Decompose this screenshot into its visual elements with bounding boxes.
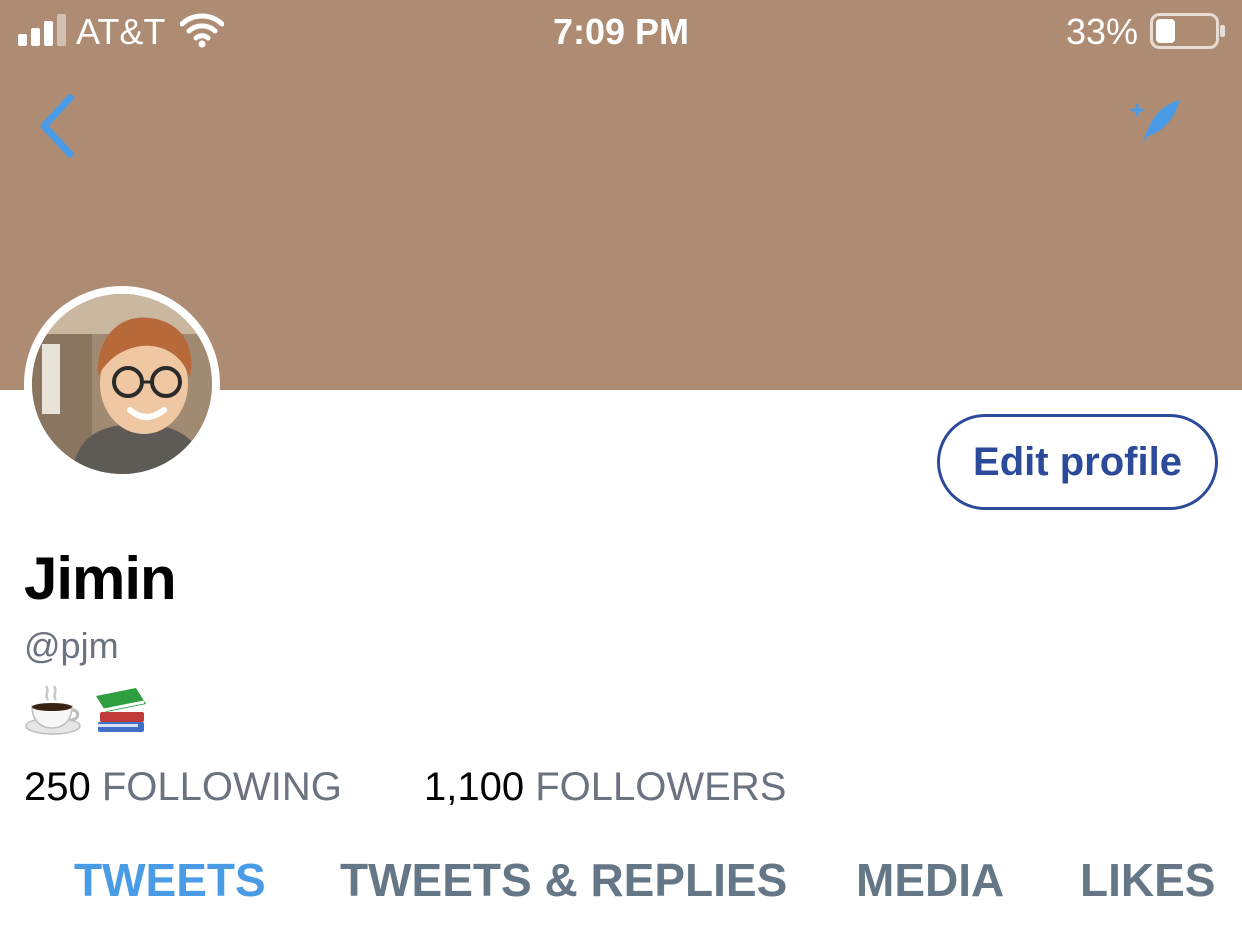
- tab-media[interactable]: MEDIA: [856, 852, 1004, 908]
- compose-button[interactable]: [1126, 96, 1190, 148]
- books-icon: [96, 688, 146, 732]
- profile-bio: [24, 682, 150, 738]
- profile-handle: @pjm: [24, 625, 119, 666]
- following-label: FOLLOWING: [101, 765, 342, 809]
- profile-avatar[interactable]: [24, 286, 220, 482]
- clock-time: 7:09 PM: [552, 11, 690, 52]
- back-button[interactable]: [30, 90, 86, 162]
- following-count: 250: [24, 765, 91, 809]
- tab-tweets[interactable]: TWEETS: [74, 852, 266, 908]
- compose-quill-icon: [1130, 100, 1180, 144]
- following-stat[interactable]: 250 FOLLOWING: [24, 764, 342, 810]
- chevron-left-icon: [40, 94, 74, 158]
- profile-name: Jimin: [24, 545, 177, 612]
- tab-likes[interactable]: LIKES: [1080, 852, 1215, 908]
- followers-count: 1,100: [424, 765, 525, 809]
- edit-profile-button[interactable]: Edit profile: [937, 414, 1218, 510]
- avatar-photo: [32, 294, 212, 474]
- coffee-icon: [25, 685, 81, 735]
- battery-icon: [1150, 13, 1225, 49]
- tab-tweets-replies[interactable]: TWEETS & REPLIES: [340, 852, 787, 908]
- battery-percent: 33%: [1065, 11, 1138, 52]
- profile-tabs: TWEETS TWEETS & REPLIES MEDIA LIKES: [0, 852, 1242, 912]
- followers-stat[interactable]: 1,100 FOLLOWERS: [424, 764, 786, 810]
- followers-label: FOLLOWERS: [535, 765, 787, 809]
- status-bar: AT&T 7:09 PM 33%: [0, 0, 1242, 64]
